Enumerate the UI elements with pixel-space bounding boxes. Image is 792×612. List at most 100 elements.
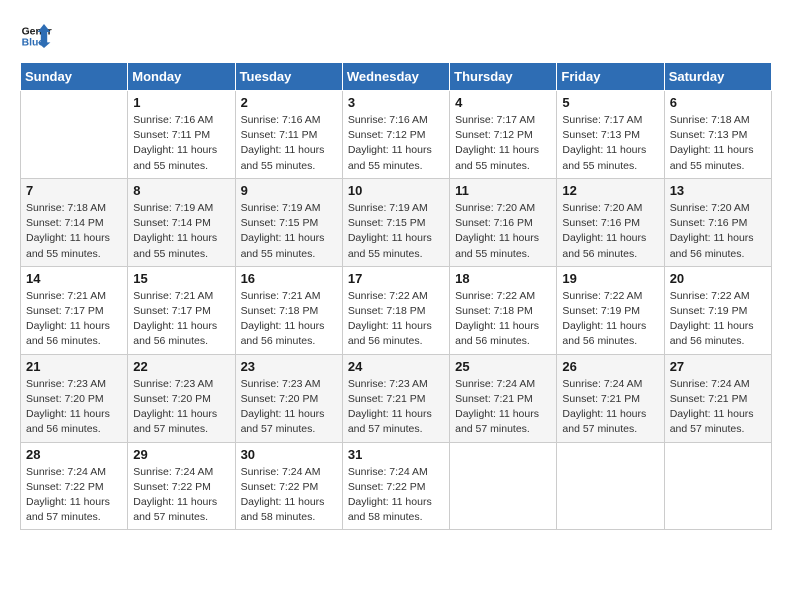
day-number: 19 xyxy=(562,271,658,286)
day-cell: 8 Sunrise: 7:19 AMSunset: 7:14 PMDaylight… xyxy=(128,178,235,266)
day-number: 2 xyxy=(241,95,337,110)
day-number: 15 xyxy=(133,271,229,286)
day-cell: 19 Sunrise: 7:22 AMSunset: 7:19 PMDayligh… xyxy=(557,266,664,354)
week-row-5: 28 Sunrise: 7:24 AMSunset: 7:22 PMDayligh… xyxy=(21,442,772,530)
day-cell xyxy=(450,442,557,530)
day-cell: 18 Sunrise: 7:22 AMSunset: 7:18 PMDayligh… xyxy=(450,266,557,354)
day-number: 13 xyxy=(670,183,766,198)
day-info: Sunrise: 7:20 AMSunset: 7:16 PMDaylight:… xyxy=(562,201,658,262)
day-cell: 24 Sunrise: 7:23 AMSunset: 7:21 PMDayligh… xyxy=(342,354,449,442)
day-info: Sunrise: 7:20 AMSunset: 7:16 PMDaylight:… xyxy=(455,201,551,262)
day-cell: 15 Sunrise: 7:21 AMSunset: 7:17 PMDayligh… xyxy=(128,266,235,354)
day-info: Sunrise: 7:24 AMSunset: 7:22 PMDaylight:… xyxy=(348,465,444,526)
day-number: 1 xyxy=(133,95,229,110)
day-cell: 14Sunrise: 7:21 AMSunset: 7:17 PMDayligh… xyxy=(21,266,128,354)
day-number: 4 xyxy=(455,95,551,110)
day-info: Sunrise: 7:24 AMSunset: 7:22 PMDaylight:… xyxy=(241,465,337,526)
day-info: Sunrise: 7:21 AMSunset: 7:17 PMDaylight:… xyxy=(133,289,229,350)
day-cell: 6 Sunrise: 7:18 AMSunset: 7:13 PMDaylight… xyxy=(664,91,771,179)
day-number: 18 xyxy=(455,271,551,286)
day-info: Sunrise: 7:24 AMSunset: 7:21 PMDaylight:… xyxy=(670,377,766,438)
day-number: 20 xyxy=(670,271,766,286)
day-info: Sunrise: 7:16 AMSunset: 7:11 PMDaylight:… xyxy=(241,113,337,174)
day-info: Sunrise: 7:21 AMSunset: 7:18 PMDaylight:… xyxy=(241,289,337,350)
day-number: 3 xyxy=(348,95,444,110)
day-info: Sunrise: 7:24 AMSunset: 7:21 PMDaylight:… xyxy=(562,377,658,438)
day-cell: 23Sunrise: 7:23 AMSunset: 7:20 PMDayligh… xyxy=(235,354,342,442)
day-cell: 7 Sunrise: 7:18 AMSunset: 7:14 PMDaylight… xyxy=(21,178,128,266)
day-cell: 11 Sunrise: 7:20 AMSunset: 7:16 PMDayligh… xyxy=(450,178,557,266)
day-info: Sunrise: 7:19 AMSunset: 7:15 PMDaylight:… xyxy=(348,201,444,262)
day-cell: 25Sunrise: 7:24 AMSunset: 7:21 PMDayligh… xyxy=(450,354,557,442)
day-info: Sunrise: 7:17 AMSunset: 7:13 PMDaylight:… xyxy=(562,113,658,174)
day-cell: 31Sunrise: 7:24 AMSunset: 7:22 PMDayligh… xyxy=(342,442,449,530)
day-cell: 9 Sunrise: 7:19 AMSunset: 7:15 PMDaylight… xyxy=(235,178,342,266)
day-info: Sunrise: 7:21 AMSunset: 7:17 PMDaylight:… xyxy=(26,289,122,350)
day-number: 6 xyxy=(670,95,766,110)
day-number: 26 xyxy=(562,359,658,374)
day-number: 21 xyxy=(26,359,122,374)
day-info: Sunrise: 7:22 AMSunset: 7:18 PMDaylight:… xyxy=(455,289,551,350)
day-cell: 21 Sunrise: 7:23 AMSunset: 7:20 PMDayligh… xyxy=(21,354,128,442)
day-cell: 3 Sunrise: 7:16 AMSunset: 7:12 PMDaylight… xyxy=(342,91,449,179)
day-info: Sunrise: 7:19 AMSunset: 7:15 PMDaylight:… xyxy=(241,201,337,262)
column-header-wednesday: Wednesday xyxy=(342,63,449,91)
day-cell: 2 Sunrise: 7:16 AMSunset: 7:11 PMDaylight… xyxy=(235,91,342,179)
day-cell xyxy=(664,442,771,530)
day-number: 10 xyxy=(348,183,444,198)
day-cell: 30 Sunrise: 7:24 AMSunset: 7:22 PMDayligh… xyxy=(235,442,342,530)
day-cell: 29 Sunrise: 7:24 AMSunset: 7:22 PMDayligh… xyxy=(128,442,235,530)
week-row-4: 21 Sunrise: 7:23 AMSunset: 7:20 PMDayligh… xyxy=(21,354,772,442)
day-number: 27 xyxy=(670,359,766,374)
day-cell: 10 Sunrise: 7:19 AMSunset: 7:15 PMDayligh… xyxy=(342,178,449,266)
day-number: 23 xyxy=(241,359,337,374)
day-cell: 13 Sunrise: 7:20 AMSunset: 7:16 PMDayligh… xyxy=(664,178,771,266)
day-info: Sunrise: 7:22 AMSunset: 7:19 PMDaylight:… xyxy=(562,289,658,350)
calendar-table: SundayMondayTuesdayWednesdayThursdayFrid… xyxy=(20,62,772,530)
day-number: 11 xyxy=(455,183,551,198)
day-info: Sunrise: 7:24 AMSunset: 7:22 PMDaylight:… xyxy=(133,465,229,526)
day-cell xyxy=(21,91,128,179)
week-row-1: 1 Sunrise: 7:16 AMSunset: 7:11 PMDaylight… xyxy=(21,91,772,179)
day-number: 30 xyxy=(241,447,337,462)
day-info: Sunrise: 7:16 AMSunset: 7:11 PMDaylight:… xyxy=(133,113,229,174)
day-info: Sunrise: 7:16 AMSunset: 7:12 PMDaylight:… xyxy=(348,113,444,174)
day-info: Sunrise: 7:24 AMSunset: 7:22 PMDaylight:… xyxy=(26,465,122,526)
day-cell: 16Sunrise: 7:21 AMSunset: 7:18 PMDayligh… xyxy=(235,266,342,354)
day-cell: 26 Sunrise: 7:24 AMSunset: 7:21 PMDayligh… xyxy=(557,354,664,442)
day-number: 29 xyxy=(133,447,229,462)
day-number: 5 xyxy=(562,95,658,110)
day-number: 12 xyxy=(562,183,658,198)
day-cell: 22 Sunrise: 7:23 AMSunset: 7:20 PMDayligh… xyxy=(128,354,235,442)
day-cell: 12 Sunrise: 7:20 AMSunset: 7:16 PMDayligh… xyxy=(557,178,664,266)
day-info: Sunrise: 7:23 AMSunset: 7:20 PMDaylight:… xyxy=(133,377,229,438)
day-info: Sunrise: 7:24 AMSunset: 7:21 PMDaylight:… xyxy=(455,377,551,438)
day-cell: 17Sunrise: 7:22 AMSunset: 7:18 PMDayligh… xyxy=(342,266,449,354)
day-number: 7 xyxy=(26,183,122,198)
day-info: Sunrise: 7:17 AMSunset: 7:12 PMDaylight:… xyxy=(455,113,551,174)
day-info: Sunrise: 7:18 AMSunset: 7:14 PMDaylight:… xyxy=(26,201,122,262)
day-number: 22 xyxy=(133,359,229,374)
day-cell: 28 Sunrise: 7:24 AMSunset: 7:22 PMDayligh… xyxy=(21,442,128,530)
day-number: 24 xyxy=(348,359,444,374)
day-cell: 20Sunrise: 7:22 AMSunset: 7:19 PMDayligh… xyxy=(664,266,771,354)
day-cell xyxy=(557,442,664,530)
day-number: 8 xyxy=(133,183,229,198)
day-info: Sunrise: 7:18 AMSunset: 7:13 PMDaylight:… xyxy=(670,113,766,174)
day-info: Sunrise: 7:22 AMSunset: 7:18 PMDaylight:… xyxy=(348,289,444,350)
logo: General Blue xyxy=(20,20,52,52)
week-row-2: 7 Sunrise: 7:18 AMSunset: 7:14 PMDaylight… xyxy=(21,178,772,266)
day-info: Sunrise: 7:23 AMSunset: 7:20 PMDaylight:… xyxy=(26,377,122,438)
day-number: 28 xyxy=(26,447,122,462)
column-header-monday: Monday xyxy=(128,63,235,91)
day-info: Sunrise: 7:20 AMSunset: 7:16 PMDaylight:… xyxy=(670,201,766,262)
column-header-thursday: Thursday xyxy=(450,63,557,91)
week-row-3: 14Sunrise: 7:21 AMSunset: 7:17 PMDayligh… xyxy=(21,266,772,354)
day-info: Sunrise: 7:19 AMSunset: 7:14 PMDaylight:… xyxy=(133,201,229,262)
column-header-sunday: Sunday xyxy=(21,63,128,91)
day-cell: 4 Sunrise: 7:17 AMSunset: 7:12 PMDaylight… xyxy=(450,91,557,179)
day-cell: 5 Sunrise: 7:17 AMSunset: 7:13 PMDaylight… xyxy=(557,91,664,179)
day-number: 9 xyxy=(241,183,337,198)
day-info: Sunrise: 7:23 AMSunset: 7:21 PMDaylight:… xyxy=(348,377,444,438)
day-cell: 1 Sunrise: 7:16 AMSunset: 7:11 PMDaylight… xyxy=(128,91,235,179)
